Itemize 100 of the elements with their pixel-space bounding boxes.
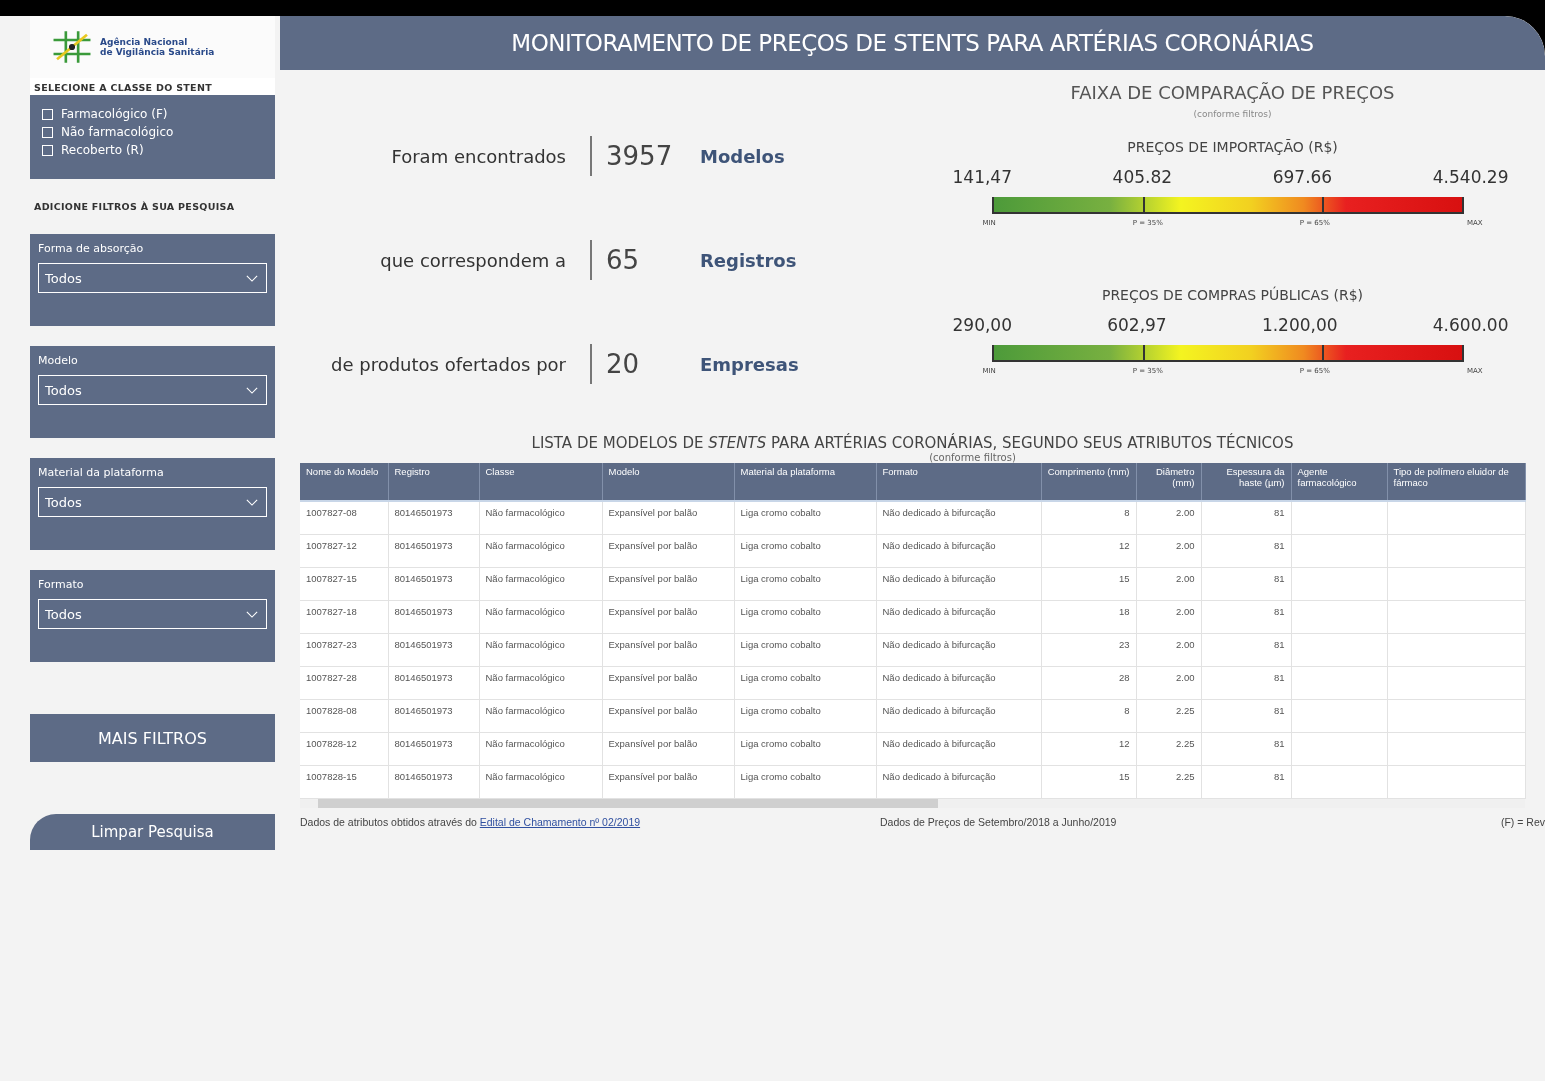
scale-title: PREÇOS DE IMPORTAÇÃO (R$) xyxy=(1127,139,1338,155)
filter-label: Modelo xyxy=(38,354,79,367)
table-cell: Liga cromo cobalto xyxy=(740,671,821,683)
clear-search-button[interactable]: Limpar Pesquisa xyxy=(30,814,275,850)
table-cell: Liga cromo cobalto xyxy=(740,737,821,749)
table-cell: Expansível por balão xyxy=(608,507,698,518)
table-cell: 1007827-12 xyxy=(306,539,357,551)
table-cell: Não farmacológico xyxy=(485,605,565,617)
column-header[interactable]: Comprimento (mm) xyxy=(1041,463,1136,501)
column-header[interactable]: Diâmetro (mm) xyxy=(1136,463,1201,501)
table-cell: Expansível por balão xyxy=(608,704,698,716)
section-title: FAIXA DE COMPARAÇÃO DE PREÇOS xyxy=(1070,82,1395,103)
table-cell: 1007827-15 xyxy=(306,572,357,584)
table-cell: Não farmacológico xyxy=(485,572,565,584)
table-cell: 15 xyxy=(1118,572,1130,584)
section-subtitle: (conforme filtros) xyxy=(1193,109,1272,119)
chevron-down-icon xyxy=(246,386,258,394)
column-header[interactable]: Classe xyxy=(479,463,602,501)
filter-label: Material da plataforma xyxy=(38,466,165,479)
table-cell: Expansível por balão xyxy=(608,539,698,551)
table-cell: Liga cromo cobalto xyxy=(740,605,821,617)
class-checkbox[interactable]: Recoberto (R) xyxy=(42,143,263,157)
more-filters-button[interactable]: MAIS FILTROS xyxy=(30,714,275,762)
table-cell: 2.00 xyxy=(1176,572,1195,584)
table-cell: Expansível por balão xyxy=(608,605,698,617)
table-cell: Liga cromo cobalto xyxy=(740,572,821,584)
table-cell: 81 xyxy=(1273,638,1285,650)
class-checkbox[interactable]: Não farmacológico xyxy=(42,125,263,139)
table-cell: 81 xyxy=(1273,737,1285,749)
table-cell: 8 xyxy=(1124,704,1130,716)
filter-dropdown[interactable]: Todos xyxy=(38,487,267,517)
table-cell: 1007827-08 xyxy=(306,507,357,518)
table-cell: 8 xyxy=(1124,507,1130,518)
table-cell: 81 xyxy=(1273,605,1285,617)
table-cell: Expansível por balão xyxy=(608,638,698,650)
price-value: 697.66 xyxy=(1272,167,1333,187)
table-cell: 23 xyxy=(1118,638,1130,650)
table-cell: 1007828-12 xyxy=(306,737,357,749)
table-cell: Não farmacológico xyxy=(485,770,565,782)
stat-label: de produtos ofertados por xyxy=(330,353,567,375)
price-value: 602,97 xyxy=(1107,315,1167,335)
table-cell: 1007827-23 xyxy=(306,638,357,650)
stat-unit: Registros xyxy=(700,249,798,271)
filter-dropdown[interactable]: Todos xyxy=(38,263,267,293)
column-header[interactable]: Formato xyxy=(876,463,1041,501)
page-title: MONITORAMENTO DE PREÇOS DE STENTS PARA ARTÉRIAS CORONÁRIAS xyxy=(511,30,1314,56)
chevron-down-icon xyxy=(246,274,258,282)
table-title: LISTA DE MODELOS DE STENTS PARA ARTÉRIAS CORONÁRIAS, SEGUNDO SEUS ATRIBUTOS TÉCNICOS xyxy=(530,434,1295,452)
column-header[interactable]: Espessura da haste (µm) xyxy=(1201,463,1291,501)
price-value: 4.600.00 xyxy=(1432,315,1509,335)
stat-number: 20 xyxy=(590,344,700,384)
table-cell: 1007827-28 xyxy=(306,671,357,683)
table-cell: Não farmacológico xyxy=(485,704,565,716)
table-cell: Não dedicado à bifurcação xyxy=(882,704,996,716)
filter-dropdown[interactable]: Todos xyxy=(38,375,267,405)
column-header[interactable]: Agente farmacológico xyxy=(1291,463,1387,501)
table-cell: Não farmacológico xyxy=(485,737,565,749)
price-value: 290,00 xyxy=(952,315,1012,335)
column-header[interactable]: Modelo xyxy=(602,463,734,501)
source-note: Dados de atributos obtidos através do Edital de Chamamento nº 02/2019 xyxy=(300,815,642,828)
table-cell: 18 xyxy=(1118,605,1130,617)
table-subtitle: (conforme filtros) xyxy=(928,452,1017,463)
stat-number: 3957 xyxy=(590,136,700,176)
table-cell: 81 xyxy=(1273,572,1285,584)
column-header[interactable]: Tipo de polímero eluidor de fármaco xyxy=(1387,463,1525,501)
table-cell: 15 xyxy=(1118,770,1130,782)
table-cell: 80146501973 xyxy=(394,605,453,617)
table-cell: 80146501973 xyxy=(394,671,453,683)
column-header[interactable]: Material da plataforma xyxy=(734,463,876,501)
table-cell: 1007828-15 xyxy=(306,770,357,782)
price-value: 1.200,00 xyxy=(1261,315,1338,335)
stat-label: Foram encontrados xyxy=(390,145,567,167)
table-cell: 1007828-08 xyxy=(306,704,357,716)
filter-label: Forma de absorção xyxy=(38,242,145,255)
table-cell: 12 xyxy=(1118,737,1130,749)
column-header[interactable]: Nome do Modelo xyxy=(300,463,388,501)
table-cell: Não dedicado à bifurcação xyxy=(882,507,996,518)
filter-dropdown[interactable]: Todos xyxy=(38,599,267,629)
table-cell: 2.00 xyxy=(1176,605,1195,617)
table-cell: Expansível por balão xyxy=(608,572,698,584)
class-checkbox[interactable]: Farmacológico (F) xyxy=(42,107,263,121)
table-cell: 80146501973 xyxy=(394,737,453,749)
table-cell: Não dedicado à bifurcação xyxy=(882,638,996,650)
table-cell: 2.00 xyxy=(1176,671,1195,683)
chevron-down-icon xyxy=(246,610,258,618)
table-cell: 12 xyxy=(1118,539,1130,551)
agency-name: de Vigilância Sanitária xyxy=(100,47,215,57)
table-cell: Não dedicado à bifurcação xyxy=(882,737,996,749)
table-cell: 2.25 xyxy=(1176,737,1195,749)
price-value: 141,47 xyxy=(952,167,1012,187)
table-cell: Não dedicado à bifurcação xyxy=(882,605,996,617)
table-cell: 81 xyxy=(1273,770,1285,782)
table-cell: Não dedicado à bifurcação xyxy=(882,770,996,782)
source-link[interactable]: Edital de Chamamento nº 02/2019 xyxy=(479,815,641,828)
stat-unit: Modelos xyxy=(700,145,786,167)
table-cell: Não farmacológico xyxy=(485,507,565,518)
table-cell: 28 xyxy=(1118,671,1130,683)
table-cell: Expansível por balão xyxy=(608,770,698,782)
table-cell: 80146501973 xyxy=(394,539,453,551)
column-header[interactable]: Registro xyxy=(388,463,479,501)
